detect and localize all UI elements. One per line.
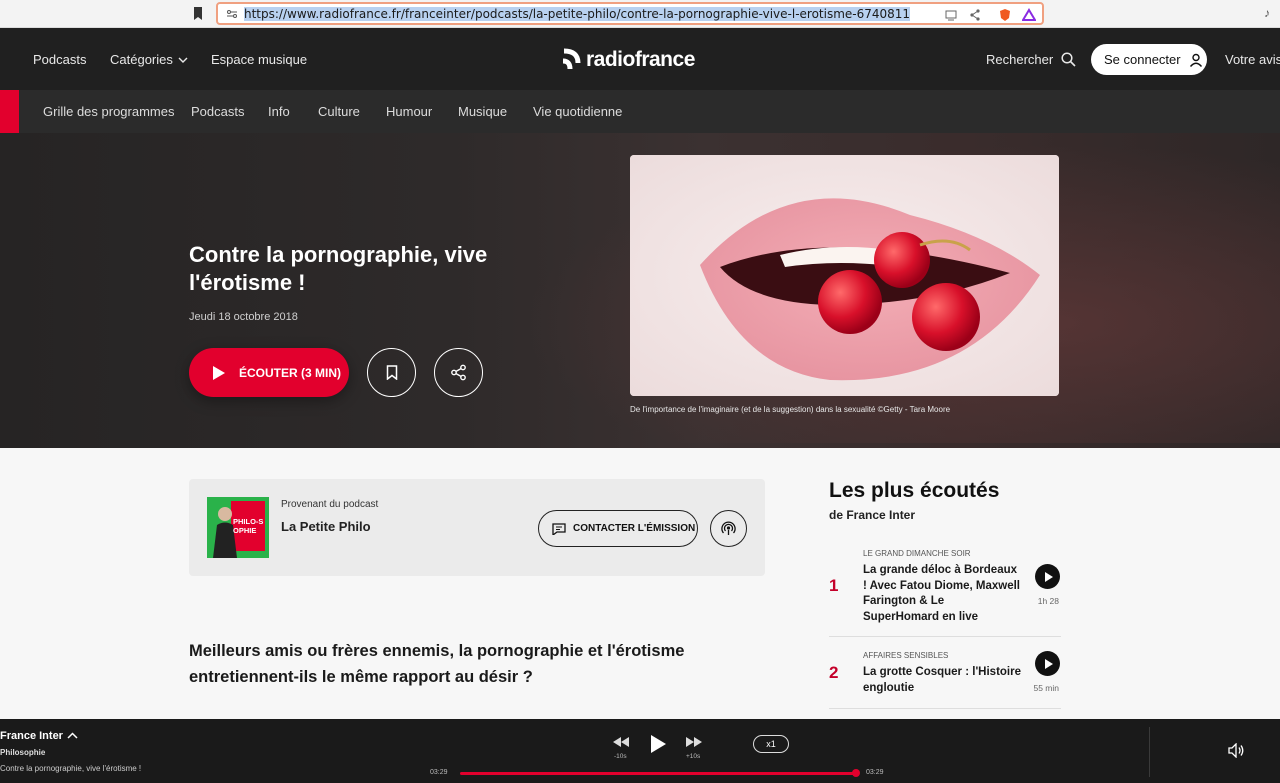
station-subnav: Grille des programmes Podcasts Info Cult…	[0, 90, 1280, 133]
rank-play-button[interactable]	[1035, 651, 1060, 676]
subnav-vie-quotidienne[interactable]: Vie quotidienne	[533, 104, 622, 119]
subnav-info[interactable]: Info	[268, 104, 290, 119]
subnav-musique[interactable]: Musique	[458, 104, 507, 119]
chevron-up-icon[interactable]	[67, 732, 78, 740]
subnav-culture[interactable]: Culture	[318, 104, 360, 119]
ranked-episode[interactable]: 2 AFFAIRES SENSIBLES La grotte Cosquer :…	[829, 637, 1061, 709]
search-button[interactable]: Rechercher	[986, 52, 1076, 67]
rank-title[interactable]: La grande déloc à Bordeaux ! Avec Fatou …	[863, 563, 1023, 625]
article-lead: Meilleurs amis ou frères ennemis, la por…	[189, 642, 685, 686]
subscribe-podcast-button[interactable]	[710, 510, 747, 547]
image-caption: De l'importance de l'imaginaire (et de l…	[630, 405, 951, 414]
episode-hero: Contre la pornographie, vive l'érotisme …	[0, 133, 1280, 448]
podcast-thumbnail[interactable]: PHILO-SOPHIE	[207, 497, 269, 558]
station-accent-bar	[0, 90, 19, 133]
share-icon[interactable]	[968, 8, 982, 22]
cast-icon[interactable]	[944, 8, 958, 22]
site-settings-icon[interactable]	[226, 8, 238, 20]
connect-button[interactable]: Se connecter	[1091, 44, 1207, 75]
episode-date: Jeudi 18 octobre 2018	[189, 311, 298, 323]
rank-category: AFFAIRES SENSIBLES	[863, 651, 949, 660]
brave-shield-icon[interactable]	[998, 8, 1012, 22]
time-current: 03:29	[430, 769, 448, 776]
listen-button[interactable]: ÉCOUTER (3 MIN)	[189, 348, 349, 397]
nav-categories[interactable]: Catégories	[110, 52, 188, 67]
radiofrance-logo[interactable]: radiofrance	[560, 46, 695, 74]
most-listened-title: Les plus écoutés	[829, 479, 1000, 502]
radiofrance-logo-mark-icon	[562, 48, 581, 70]
playback-speed-button[interactable]: x1	[753, 735, 789, 753]
podcast-icon	[721, 521, 736, 535]
podcast-card: PHILO-SOPHIE Provenant du podcast La Pet…	[189, 479, 765, 576]
share-button[interactable]	[434, 348, 483, 397]
rank-duration: 55 min	[1033, 683, 1059, 693]
address-bar[interactable]: https://www.radiofrance.fr/franceinter/p…	[216, 2, 1044, 25]
forward-label: +10s	[686, 753, 701, 760]
contact-label: CONTACTER L'ÉMISSION	[573, 523, 696, 534]
user-icon	[1189, 53, 1202, 67]
bookmark-button[interactable]	[367, 348, 416, 397]
rank-title[interactable]: La grotte Cosquer : l'Histoire engloutie	[863, 665, 1023, 696]
progress-bar[interactable]	[460, 772, 858, 775]
volume-icon[interactable]	[1228, 743, 1245, 758]
play-icon	[1044, 658, 1053, 669]
rewind-icon	[613, 737, 629, 747]
forward-10s-button[interactable]	[685, 735, 703, 749]
rewind-label: -10s	[614, 753, 627, 760]
subnav-podcasts[interactable]: Podcasts	[191, 104, 244, 119]
episode-title: Contre la pornographie, vive l'érotisme …	[189, 242, 488, 295]
rewards-icon[interactable]	[1022, 8, 1036, 22]
audio-player: France Inter Philosophie Contre la porno…	[0, 719, 1280, 783]
lips-with-currants-image	[630, 155, 1059, 396]
episode-image	[630, 155, 1059, 396]
rank-play-button[interactable]	[1035, 564, 1060, 589]
connect-label: Se connecter	[1104, 52, 1181, 67]
share-icon	[451, 364, 466, 381]
player-station[interactable]: France Inter	[0, 730, 78, 742]
play-icon	[213, 365, 225, 380]
progress-handle[interactable]	[852, 769, 860, 777]
bookmark-icon[interactable]	[193, 7, 203, 20]
url-text[interactable]: https://www.radiofrance.fr/franceinter/p…	[244, 7, 911, 21]
time-total: 03:29	[866, 769, 884, 776]
site-header: Podcasts Catégories Espace musique radio…	[0, 28, 1280, 90]
subnav-humour[interactable]: Humour	[386, 104, 432, 119]
play-pause-button[interactable]	[649, 733, 667, 755]
extensions-icon[interactable]: ♪	[1264, 6, 1270, 20]
player-divider	[1149, 727, 1150, 777]
subnav-grille[interactable]: Grille des programmes	[43, 104, 175, 119]
contact-show-button[interactable]: CONTACTER L'ÉMISSION	[538, 510, 698, 547]
rank-duration: 1h 28	[1037, 596, 1059, 606]
chevron-down-icon	[178, 57, 188, 63]
podcast-from-label: Provenant du podcast	[281, 499, 379, 510]
nav-podcasts[interactable]: Podcasts	[33, 52, 86, 67]
rank-category: LE GRAND DIMANCHE SOIR	[863, 549, 971, 558]
feedback-link[interactable]: Votre avis	[1225, 52, 1280, 67]
player-show-name: Philosophie	[0, 748, 46, 757]
bookmark-icon	[386, 365, 397, 380]
rank-number: 2	[829, 663, 839, 682]
play-icon	[1044, 571, 1053, 582]
fast-forward-icon	[686, 737, 702, 747]
station-name: France Inter	[0, 730, 63, 742]
play-icon	[650, 735, 666, 753]
most-listened-subtitle: de France Inter	[829, 508, 916, 522]
nav-espace-musique[interactable]: Espace musique	[211, 52, 307, 67]
player-episode-title: Contre la pornographie, vive l'érotisme …	[0, 764, 142, 773]
podcast-cover-text: PHILO-SOPHIE	[233, 517, 264, 535]
nav-categories-label: Catégories	[110, 52, 173, 67]
rewind-10s-button[interactable]	[612, 735, 630, 749]
rank-number: 1	[829, 576, 839, 595]
search-label: Rechercher	[986, 52, 1054, 67]
message-icon	[552, 522, 566, 535]
ranked-episode[interactable]: 1 LE GRAND DIMANCHE SOIR La grande déloc…	[829, 546, 1061, 637]
listen-label: ÉCOUTER (3 MIN)	[239, 365, 341, 380]
search-icon	[1061, 52, 1076, 67]
podcast-name[interactable]: La Petite Philo	[281, 519, 371, 534]
logo-text: radiofrance	[586, 48, 695, 71]
browser-toolbar: https://www.radiofrance.fr/franceinter/p…	[0, 0, 1280, 28]
